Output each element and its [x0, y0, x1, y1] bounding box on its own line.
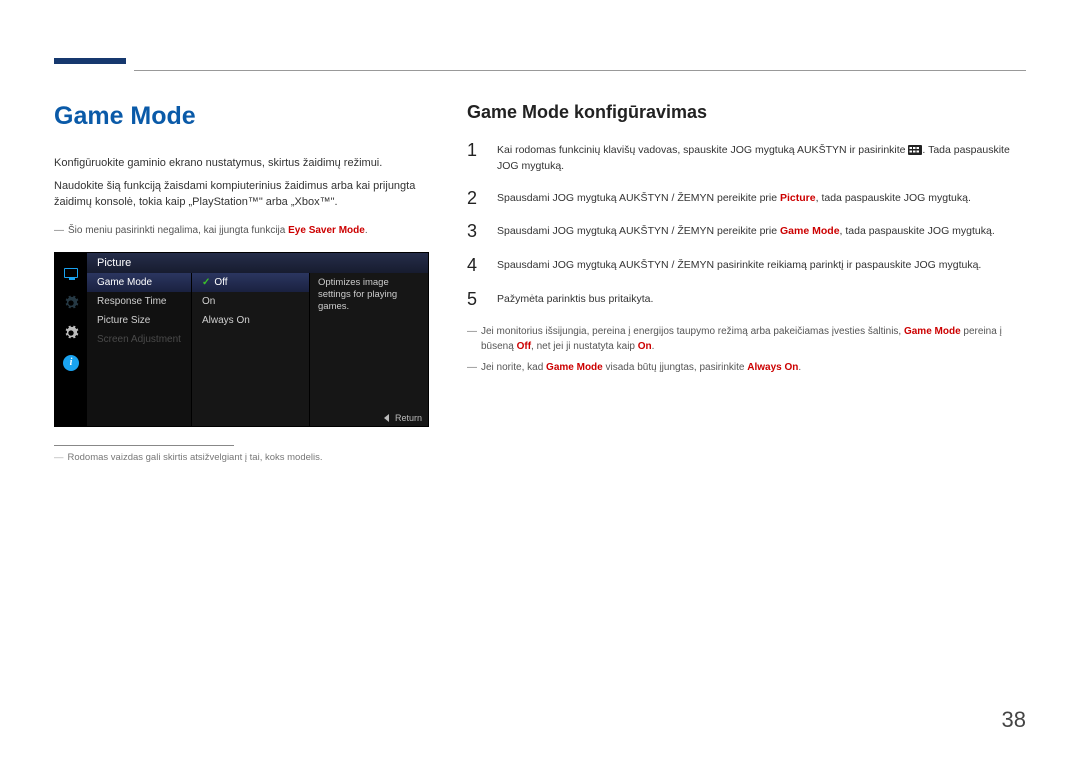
right-column: Game Mode konfigūravimas 1 Kai rodomas f…: [467, 102, 1026, 463]
intro-paragraph-1: Konfigūruokite gaminio ekrano nustatymus…: [54, 155, 429, 172]
step-5: 5 Pažymėta parinktis bus pritaikyta.: [467, 290, 1026, 310]
note-prefix: ―: [54, 225, 62, 236]
top-rule: [134, 70, 1026, 71]
step-text-2: Spausdami JOG mygtuką AUKŠTYN / ŽEMYN pe…: [497, 189, 971, 209]
page-title: Game Mode: [54, 102, 429, 131]
osd-sidebar: i: [55, 253, 87, 426]
step-list: 1 Kai rodomas funkcinių klavišų vadovas,…: [467, 141, 1026, 310]
osd-header: Picture: [87, 253, 428, 273]
page-number: 38: [1002, 707, 1026, 733]
right-note-2: ― Jei norite, kad Game Mode visada būtų …: [467, 360, 1026, 375]
step-2: 2 Spausdami JOG mygtuką AUKŠTYN / ŽEMYN …: [467, 189, 1026, 209]
osd-opt-on: On: [192, 292, 309, 311]
step-num-1: 1: [467, 141, 483, 175]
osd-description: Optimizes image settings for playing gam…: [310, 273, 428, 426]
osd-menu-col: Game Mode Response Time Picture Size Scr…: [87, 273, 192, 426]
step-text-1: Kai rodomas funkcinių klavišų vadovas, s…: [497, 141, 1026, 175]
back-arrow-icon: [384, 414, 389, 422]
right-note-1-text: Jei monitorius išsijungia, pereina į ene…: [481, 324, 1026, 354]
osd-opt-always-on: Always On: [192, 311, 309, 330]
step-3: 3 Spausdami JOG mygtuką AUKŠTYN / ŽEMYN …: [467, 222, 1026, 242]
step-text-4: Spausdami JOG mygtuką AUKŠTYN / ŽEMYN pa…: [497, 256, 981, 276]
osd-menu-screen-adjustment: Screen Adjustment: [87, 330, 191, 349]
right-note-1: ― Jei monitorius išsijungia, pereina į e…: [467, 324, 1026, 354]
left-column: Game Mode Konfigūruokite gaminio ekrano …: [54, 102, 429, 463]
footnote: ― Rodomas vaizdas gali skirtis atsižvelg…: [54, 452, 429, 463]
osd-columns: Game Mode Response Time Picture Size Scr…: [87, 273, 428, 426]
step-1: 1 Kai rodomas funkcinių klavišų vadovas,…: [467, 141, 1026, 175]
osd-main: Picture Game Mode Response Time Picture …: [87, 253, 428, 426]
step-num-2: 2: [467, 189, 483, 209]
accent-bar: [54, 58, 126, 64]
note-prefix: ―: [467, 324, 475, 354]
step-text-3: Spausdami JOG mygtuką AUKŠTYN / ŽEMYN pe…: [497, 222, 995, 242]
content-area: Game Mode Konfigūruokite gaminio ekrano …: [54, 102, 1026, 463]
note-prefix: ―: [467, 360, 475, 375]
footnote-text: Rodomas vaizdas gali skirtis atsižvelgia…: [68, 452, 323, 463]
intro-paragraph-2: Naudokite šią funkciją žaisdami kompiute…: [54, 178, 429, 211]
osd-opt-col: ✓ Off On Always On: [192, 273, 310, 426]
step-num-5: 5: [467, 290, 483, 310]
osd-screenshot: i Picture Game Mode Response Time Pictur…: [54, 252, 429, 427]
footnote-rule: [54, 445, 234, 446]
step-num-4: 4: [467, 256, 483, 276]
menu-box-icon: [908, 145, 922, 155]
info-nav-icon: i: [61, 353, 81, 373]
osd-menu-game-mode: Game Mode: [87, 273, 191, 292]
system-nav-icon: [61, 323, 81, 343]
osd-menu-response-time: Response Time: [87, 292, 191, 311]
section-subtitle: Game Mode konfigūravimas: [467, 102, 1026, 123]
footnote-prefix: ―: [54, 452, 64, 463]
osd-opt-off: ✓ Off: [192, 273, 309, 292]
osd-return-label: Return: [395, 413, 422, 423]
step-text-5: Pažymėta parinktis bus pritaikyta.: [497, 290, 653, 310]
step-num-3: 3: [467, 222, 483, 242]
osd-menu-picture-size: Picture Size: [87, 311, 191, 330]
right-note-2-text: Jei norite, kad Game Mode visada būtų įj…: [481, 360, 801, 375]
step-4: 4 Spausdami JOG mygtuką AUKŠTYN / ŽEMYN …: [467, 256, 1026, 276]
check-icon: ✓: [202, 277, 210, 288]
settings-nav-icon: [61, 293, 81, 313]
note-eye-saver: ― Šio meniu pasirinkti negalima, kai įju…: [54, 225, 429, 236]
osd-footer: Return: [384, 413, 422, 423]
picture-nav-icon: [61, 263, 81, 283]
note-text: Šio meniu pasirinkti negalima, kai įjung…: [68, 225, 368, 236]
top-bar: [54, 58, 1026, 71]
